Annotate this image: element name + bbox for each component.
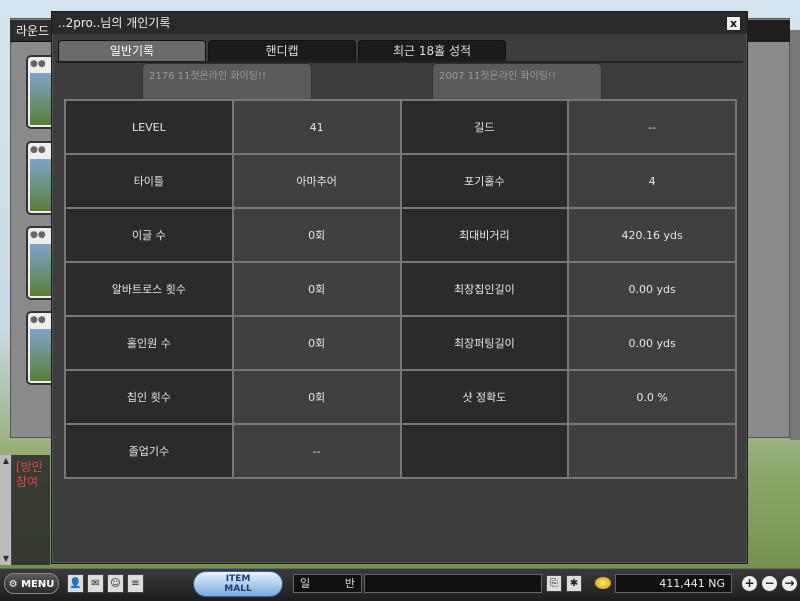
stat-label-graduation: 졸업기수 xyxy=(66,425,232,477)
stat-label-eagles: 이글 수 xyxy=(66,209,232,261)
stat-value-level: 41 xyxy=(233,101,400,153)
item-mall-line1: ITEM xyxy=(225,574,251,584)
mail-icon: ✉ xyxy=(91,578,100,589)
stat-value-max-distance: 420.16 yds xyxy=(569,209,735,261)
card-dots-icon: ●● xyxy=(30,315,46,325)
ghost-card-text: 2007 11첫온라인 화이팅!! xyxy=(439,71,556,82)
exit-button[interactable]: → xyxy=(781,575,798,592)
tab-bar: 일반기록 핸디캡 최근 18홀 성적 xyxy=(58,40,738,61)
stat-label-empty xyxy=(401,425,568,477)
personal-record-dialog: ..2pro..님의 개인기록 x 일반기록 핸디캡 최근 18홀 성적 217… xyxy=(51,11,748,564)
stat-label-hole-in-one: 홀인원 수 xyxy=(66,317,232,369)
stat-value-forfeited-holes: 4 xyxy=(569,155,735,207)
chat-icon: ⎘ xyxy=(550,578,558,589)
close-button[interactable]: x xyxy=(726,16,741,31)
chat-input[interactable] xyxy=(364,574,542,593)
stat-value-albatross: 0회 xyxy=(233,263,400,315)
stat-label-guild: 길드 xyxy=(401,101,568,153)
stat-value-guild: -- xyxy=(569,101,735,153)
plus-icon: + xyxy=(744,576,755,590)
list-button[interactable]: ≡ xyxy=(127,574,144,593)
dialog-title: ..2pro..님의 개인기록 xyxy=(58,16,171,30)
background-right-panel xyxy=(790,30,800,440)
friends-icon: ☺ xyxy=(110,578,121,589)
stat-label-title: 타이틀 xyxy=(66,155,232,207)
minus-icon: − xyxy=(764,576,775,590)
card-dots-icon: ●● xyxy=(30,145,46,155)
stat-value-shot-accuracy: 0.0 % xyxy=(569,371,735,423)
scroll-up-icon[interactable]: ▲ xyxy=(1,456,11,466)
stat-value-longest-chipin: 0.00 yds xyxy=(569,263,735,315)
coin-icon xyxy=(595,577,611,589)
friends-button[interactable]: ☺ xyxy=(107,574,124,593)
settings-icon: ✱ xyxy=(569,578,579,589)
chat-mode-select[interactable]: 일 반 xyxy=(293,574,362,593)
background-title-extension xyxy=(748,20,790,42)
stat-value-eagles: 0회 xyxy=(233,209,400,261)
tab-handicap[interactable]: 핸디캡 xyxy=(208,40,356,61)
profile-button[interactable]: 👤 xyxy=(67,574,84,593)
close-icon: x xyxy=(729,17,738,30)
stat-label-longest-putt: 최장퍼팅길이 xyxy=(401,317,568,369)
stat-value-hole-in-one: 0회 xyxy=(233,317,400,369)
chat-line: [방만 xyxy=(16,460,43,474)
tab-label: 일반기록 xyxy=(109,44,155,58)
stat-value-longest-putt: 0.00 yds xyxy=(569,317,735,369)
ghost-player-card: 2176 11첫온라인 화이팅!! xyxy=(142,63,312,103)
mail-button[interactable]: ✉ xyxy=(87,574,104,593)
settings-button[interactable]: ✱ xyxy=(566,575,582,592)
chat-scrollbar[interactable]: ▲ ▼ xyxy=(0,455,12,565)
item-mall-line2: MALL xyxy=(224,584,252,594)
money-display: 411,441 NG xyxy=(615,574,732,593)
item-mall-button[interactable]: ITEM MALL xyxy=(193,571,283,597)
tab-recent-18-holes[interactable]: 최근 18홀 성적 xyxy=(358,40,506,61)
stat-label-forfeited-holes: 포기홀수 xyxy=(401,155,568,207)
ghost-player-card: 2007 11첫온라인 화이팅!! xyxy=(432,63,602,103)
person-icon: 👤 xyxy=(69,578,82,589)
card-dots-icon: ●● xyxy=(30,59,46,69)
list-icon: ≡ xyxy=(131,578,140,589)
background-title-text: 라운드 xyxy=(16,24,50,38)
chat-mode-left: 일 xyxy=(300,577,311,590)
dialog-title-bar: ..2pro..님의 개인기록 xyxy=(52,12,747,34)
stat-label-max-distance: 최대비거리 xyxy=(401,209,568,261)
card-dots-icon: ●● xyxy=(30,230,46,240)
exit-icon: → xyxy=(784,576,795,590)
stat-label-shot-accuracy: 샷 정확도 xyxy=(401,371,568,423)
tab-label: 최근 18홀 성적 xyxy=(392,44,472,58)
chat-send-button[interactable]: ⎘ xyxy=(546,575,562,592)
stat-value-title: 아마추어 xyxy=(233,155,400,207)
menu-label: MENU xyxy=(21,579,55,590)
scroll-down-icon[interactable]: ▼ xyxy=(1,554,11,564)
stat-value-chipins: 0회 xyxy=(233,371,400,423)
tab-label: 핸디캡 xyxy=(265,44,299,58)
stats-table: LEVEL 41 길드 -- 타이틀 아마추어 포기홀수 4 이글 수 0회 최… xyxy=(64,99,737,479)
ghost-card-text: 2176 11첫온라인 화이팅!! xyxy=(149,71,266,82)
tab-general-record[interactable]: 일반기록 xyxy=(58,40,206,61)
gear-icon: ⚙ xyxy=(8,579,18,590)
menu-button[interactable]: ⚙ MENU xyxy=(4,573,59,594)
stat-label-longest-chipin: 최장칩인길이 xyxy=(401,263,568,315)
stat-label-albatross: 알바트로스 횟수 xyxy=(66,263,232,315)
stat-label-level: LEVEL xyxy=(66,101,232,153)
chat-line: 참여 xyxy=(16,475,39,489)
chat-log: [방만 참여 xyxy=(16,460,43,490)
stat-value-graduation: -- xyxy=(233,425,400,477)
stat-value-empty xyxy=(569,425,735,477)
zoom-in-button[interactable]: + xyxy=(741,575,758,592)
stat-label-chipins: 칩인 횟수 xyxy=(66,371,232,423)
zoom-out-button[interactable]: − xyxy=(761,575,778,592)
chat-mode-right: 반 xyxy=(344,577,355,590)
